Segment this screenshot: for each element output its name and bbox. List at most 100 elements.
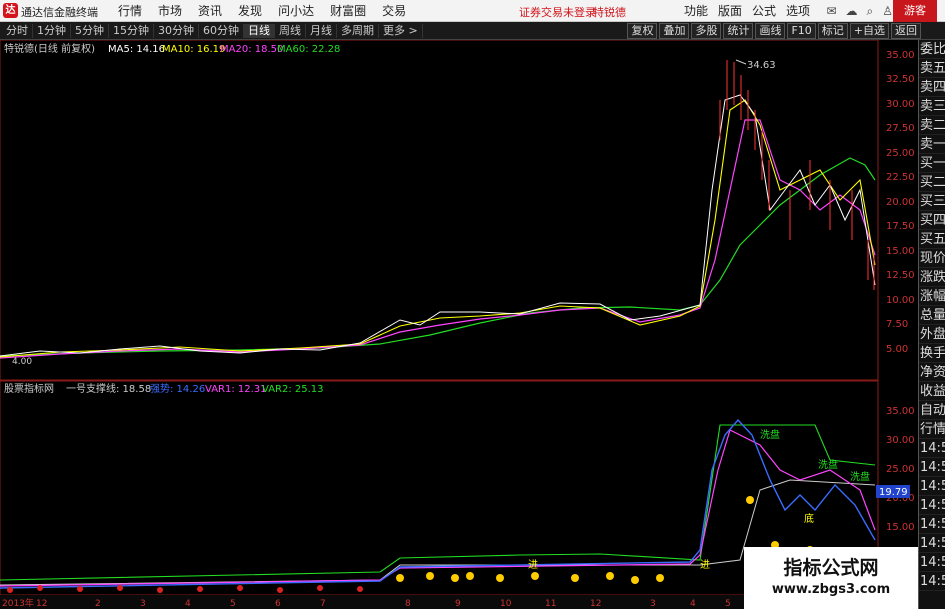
side-item[interactable]: 收益 [919, 382, 945, 401]
side-item[interactable]: 委比 [919, 40, 945, 59]
menu-item-layout[interactable]: 版面 [713, 3, 747, 19]
login-notice[interactable]: 证券交易未登录 [519, 4, 596, 20]
stock-label: 特锐德(日线 前复权) [4, 42, 95, 55]
upper-tick-12-5: 12.50 [886, 270, 915, 281]
side-item[interactable]: 卖三 [919, 97, 945, 116]
side-item[interactable]: 买一 [919, 154, 945, 173]
f10-button[interactable]: F10 [787, 23, 816, 39]
chart-area[interactable]: 特锐德(日线 前复权) MA5: 14.16 MA10: 16.19 MA20:… [0, 39, 918, 609]
tab-weekly[interactable]: 周线 [275, 24, 306, 38]
x-tick-12: 12 [36, 599, 47, 609]
x-tick-3b: 3 [650, 599, 656, 609]
tab-30min[interactable]: 30分钟 [154, 24, 199, 38]
side-item[interactable]: 涨跌 [919, 268, 945, 287]
signal-enter-2: 进 [528, 559, 538, 571]
x-tick-10: 10 [500, 599, 512, 609]
kline-chart[interactable]: 特锐德(日线 前复权) MA5: 14.16 MA10: 16.19 MA20:… [0, 39, 918, 609]
side-item[interactable]: 卖五 [919, 59, 945, 78]
main-menu: 行情 市场 资讯 发现 问小达 财富圈 交易 [110, 3, 414, 19]
tab-5min[interactable]: 5分钟 [71, 24, 109, 38]
adjust-button[interactable]: 复权 [627, 23, 658, 39]
low-price-label: 4.00 [12, 357, 32, 367]
back-button[interactable]: 返回 [891, 23, 921, 39]
x-tick-8: 8 [405, 599, 411, 609]
user-icon[interactable]: ♙ [882, 4, 893, 19]
side-item[interactable]: 外盘 [919, 325, 945, 344]
upper-y-axis: 35.00 32.50 30.00 27.50 25.00 22.50 20.0… [886, 50, 915, 355]
search-icon[interactable]: ⌕ [867, 4, 874, 19]
side-time: 14:50 [919, 572, 945, 591]
overlay-button[interactable]: 叠加 [659, 23, 690, 39]
support-line-label: 一号支撑线: 18.58 [66, 382, 151, 395]
lower-tick-35: 35.00 [886, 406, 915, 417]
x-tick-year: 2013年 [2, 597, 34, 609]
side-item[interactable]: 卖二 [919, 116, 945, 135]
tab-1min[interactable]: 1分钟 [33, 24, 71, 38]
upper-panel-frame [0, 39, 879, 381]
side-item[interactable]: 买三 [919, 192, 945, 211]
side-item[interactable]: 现价 [919, 249, 945, 268]
guest-button[interactable]: 游客 [893, 0, 937, 22]
side-item[interactable]: 涨幅 [919, 287, 945, 306]
ma60-label: MA60: 22.28 [277, 44, 340, 55]
high-price-label: 34.63 [747, 60, 776, 71]
app-title: 通达信金融终端 [21, 6, 98, 19]
menu-item-formula[interactable]: 公式 [747, 3, 781, 19]
upper-tick-17-5: 17.50 [886, 221, 915, 232]
side-time: 14:50 [919, 439, 945, 458]
menu-item-options[interactable]: 选项 [781, 3, 815, 19]
upper-tick-27-5: 27.50 [886, 123, 915, 134]
upper-tick-7-5: 7.50 [886, 319, 908, 330]
side-item[interactable]: 换手 [919, 344, 945, 363]
upper-tick-10: 10.00 [886, 295, 915, 306]
side-item[interactable]: 买五 [919, 230, 945, 249]
side-item[interactable]: 卖四 [919, 78, 945, 97]
upper-tick-15: 15.00 [886, 246, 915, 257]
add-watchlist-button[interactable]: +自选 [849, 23, 889, 39]
menu-item-market[interactable]: 市场 [150, 3, 190, 19]
menu-item-quotes[interactable]: 行情 [110, 3, 150, 19]
app-logo-icon: 达 [3, 3, 18, 18]
side-item[interactable]: 卖一 [919, 135, 945, 154]
menu-item-ask[interactable]: 问小达 [270, 3, 322, 19]
tab-timeshare[interactable]: 分时 [2, 24, 33, 38]
x-tick-3: 3 [140, 599, 146, 609]
upper-tick-22-5: 22.50 [886, 172, 915, 183]
tab-more[interactable]: 更多 > [379, 24, 423, 38]
mark-button[interactable]: 标记 [817, 23, 848, 39]
menu-item-wealth[interactable]: 财富圈 [322, 3, 374, 19]
tab-multi-period[interactable]: 多周期 [337, 24, 379, 38]
watermark-title: 指标公式网 [783, 557, 879, 579]
side-item[interactable]: 总量 [919, 306, 945, 325]
menu-item-news[interactable]: 资讯 [190, 3, 230, 19]
lower-tick-30: 30.00 [886, 435, 915, 446]
statistics-button[interactable]: 统计 [723, 23, 754, 39]
side-item[interactable]: 买四 [919, 211, 945, 230]
ma10-label: MA10: 16.19 [162, 44, 225, 55]
menu-item-trade[interactable]: 交易 [374, 3, 414, 19]
var1-label: VAR1: 12.31 [205, 384, 267, 395]
lower-tick-15: 15.00 [886, 522, 915, 533]
side-item[interactable]: 自动 [919, 401, 945, 420]
side-item[interactable]: 买二 [919, 173, 945, 192]
ma20-label: MA20: 18.50 [220, 44, 283, 55]
x-tick-11: 11 [545, 599, 556, 609]
tab-15min[interactable]: 15分钟 [109, 24, 154, 38]
tab-monthly[interactable]: 月线 [306, 24, 337, 38]
upper-tick-30: 30.00 [886, 99, 915, 110]
side-time: 14:50 [919, 496, 945, 515]
signal-wash-2: 洗盘 [818, 458, 838, 471]
tab-daily[interactable]: 日线 [244, 24, 275, 38]
cloud-icon[interactable]: ☁ [846, 4, 858, 19]
mail-icon[interactable]: ✉ [826, 4, 836, 19]
menu-item-function[interactable]: 功能 [679, 3, 713, 19]
menu-item-discover[interactable]: 发现 [230, 3, 270, 19]
x-tick-6: 6 [275, 599, 281, 609]
multi-stock-button[interactable]: 多股 [691, 23, 722, 39]
quote-side-panel: 委比 卖五 卖四 卖三 卖二 卖一 买一 买二 买三 买四 买五 现价 涨跌 涨… [918, 40, 945, 609]
side-item[interactable]: 行情 [919, 420, 945, 439]
draw-line-button[interactable]: 画线 [755, 23, 786, 39]
side-item[interactable]: 净资 [919, 363, 945, 382]
period-toolbar: 分时 1分钟 5分钟 15分钟 30分钟 60分钟 日线 周线 月线 多周期 更… [0, 22, 945, 40]
tab-60min[interactable]: 60分钟 [199, 24, 244, 38]
